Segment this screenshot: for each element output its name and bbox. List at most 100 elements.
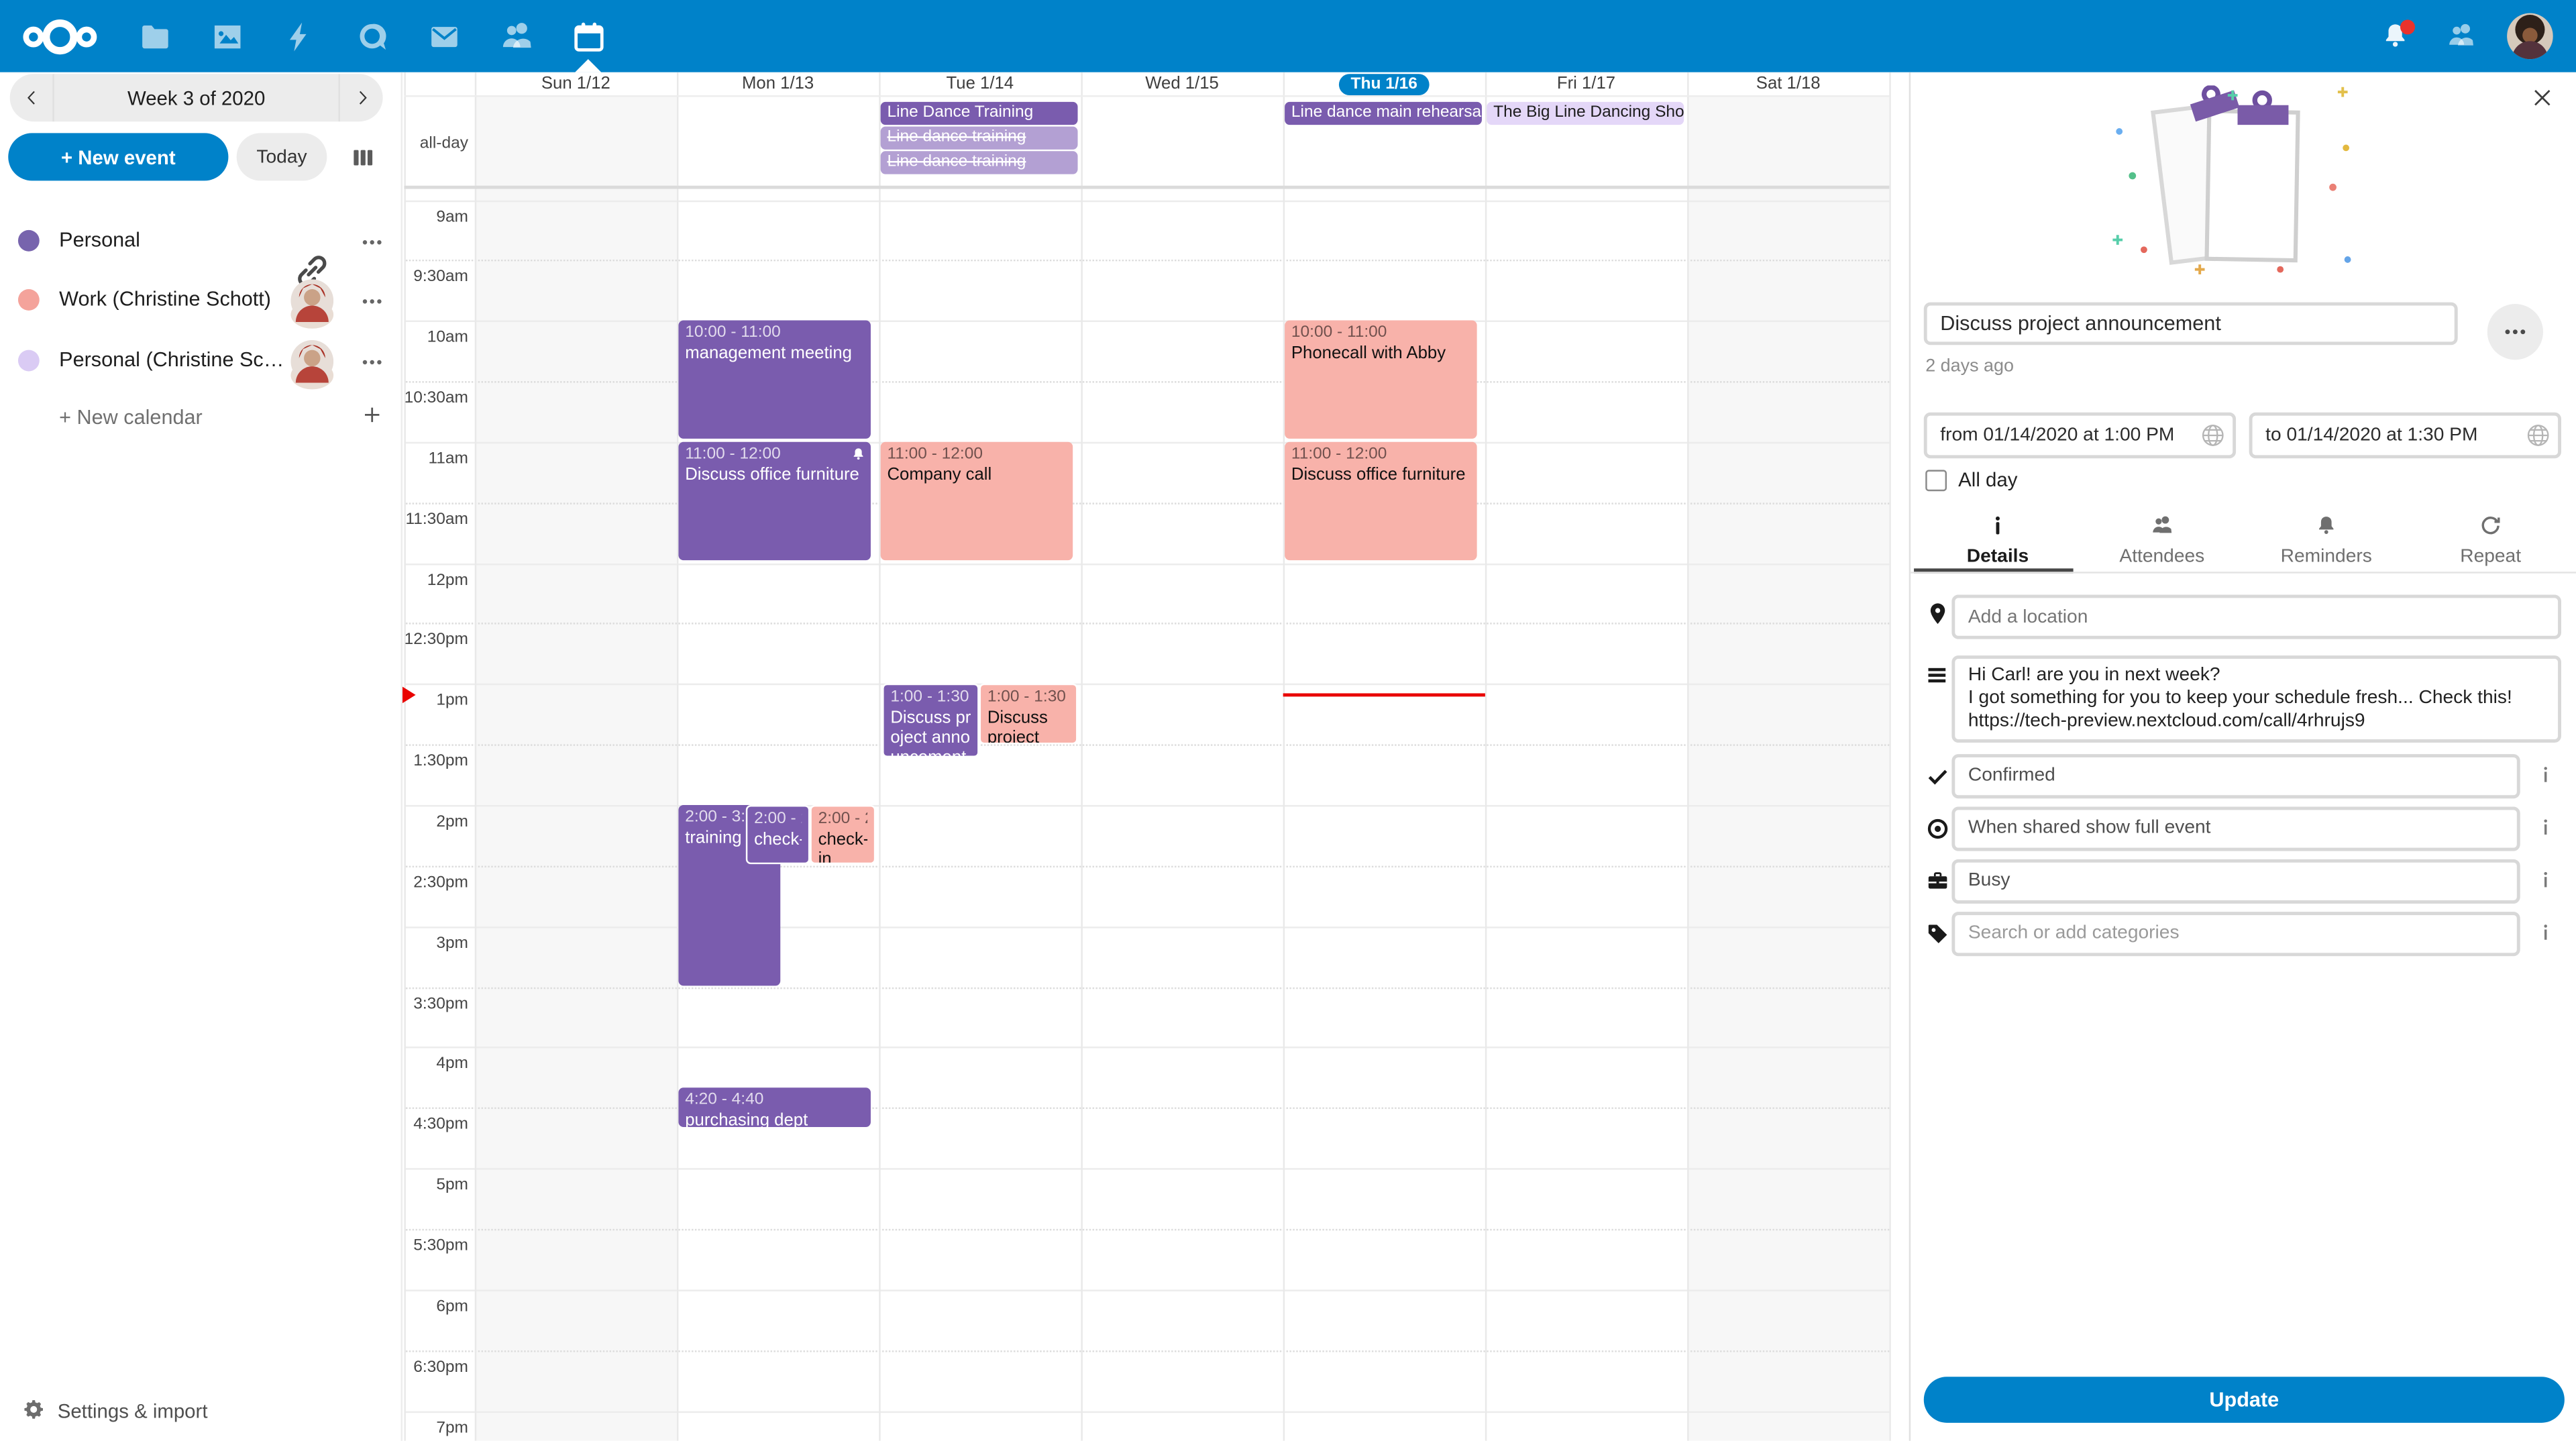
event-title-input[interactable] <box>1924 303 2458 345</box>
calendar-event[interactable]: 2:00 - 2:30check-in <box>746 805 810 864</box>
app-navigation <box>118 0 624 72</box>
topbar-actions <box>2363 0 2576 72</box>
day-header: Fri 1/17 <box>1485 72 1687 95</box>
event-actions-button[interactable] <box>2487 304 2543 360</box>
allday-event[interactable]: Line dance training <box>881 127 1078 149</box>
update-button[interactable]: Update <box>1924 1377 2565 1423</box>
next-week-button[interactable] <box>340 74 383 121</box>
settings-import-button[interactable]: Settings & import <box>0 1390 402 1433</box>
location-input[interactable] <box>1951 595 2561 639</box>
tab-repeat[interactable]: Repeat <box>2408 509 2573 572</box>
time-axis-label: 3pm <box>402 935 468 953</box>
contacts-menu-button[interactable] <box>2440 0 2483 72</box>
calendar-event[interactable]: 11:00 - 12:00Company call <box>881 442 1073 561</box>
app-contacts[interactable] <box>496 0 536 72</box>
time-axis-label: 11am <box>402 450 468 468</box>
day-header: Sun 1/12 <box>475 72 677 95</box>
tab-label: Details <box>1916 547 2080 567</box>
allday-axis-label: all-day <box>402 135 468 153</box>
all-day-checkbox[interactable] <box>1925 470 1947 491</box>
tab-label: Attendees <box>2080 547 2244 567</box>
calendar-more-button[interactable] <box>360 290 384 315</box>
detail-select[interactable]: Confirmed <box>1951 754 2520 798</box>
description-textarea[interactable]: Hi Carl! are you in next week? I got som… <box>1951 655 2561 743</box>
event-title: check-in <box>754 830 802 849</box>
allday-event[interactable]: Line dance training <box>881 151 1078 173</box>
allday-event[interactable]: Line dance main rehearsal <box>1285 102 1482 124</box>
info-icon[interactable] <box>2535 816 2557 838</box>
app-files[interactable] <box>135 0 174 72</box>
timezone-globe-icon[interactable] <box>2200 422 2226 448</box>
app-talk[interactable] <box>352 0 391 72</box>
calendar-name: Personal (Christine Schott) <box>59 348 289 370</box>
categories-input[interactable]: Search or add categories <box>1951 912 2520 956</box>
calendar-event[interactable]: 1:00 - 1:30Discuss project announcement <box>882 684 979 758</box>
close-icon[interactable] <box>2530 85 2555 110</box>
grid-line <box>404 987 1889 988</box>
app-photos[interactable] <box>207 0 247 72</box>
calendar-more-button[interactable] <box>360 230 384 255</box>
editor-tabs: DetailsAttendeesRemindersRepeat <box>1911 509 2576 575</box>
calendar-more-button[interactable] <box>360 349 384 374</box>
calendar-event[interactable]: 4:20 - 4:40purchasing dept <box>678 1087 871 1127</box>
grid-line <box>404 623 1889 625</box>
grid-line <box>404 502 1889 504</box>
event-time: 2:00 - 2:30 <box>754 810 802 829</box>
nextcloud-logo-icon[interactable] <box>0 0 118 72</box>
calendar-event[interactable]: 1:00 - 1:30Discuss project <box>979 684 1078 745</box>
week-label[interactable]: Week 3 of 2020 <box>52 74 340 121</box>
active-app-caret <box>575 59 601 72</box>
today-button[interactable]: Today <box>237 133 327 180</box>
start-datetime-input[interactable] <box>1924 413 2236 459</box>
calendar-item[interactable]: Personal <box>0 215 402 268</box>
app-calendar[interactable] <box>568 0 608 72</box>
day-header: Mon 1/13 <box>677 72 879 95</box>
calendar-event[interactable]: 11:00 - 12:00Discuss office furniture <box>1285 442 1477 561</box>
app-mail[interactable] <box>424 0 464 72</box>
shared-avatar[interactable] <box>290 339 333 382</box>
time-axis-label: 5pm <box>402 1177 468 1195</box>
share-link-button[interactable] <box>290 220 333 263</box>
tab-attendees[interactable]: Attendees <box>2080 509 2244 572</box>
detail-select[interactable]: Busy <box>1951 859 2520 904</box>
grid-line <box>404 1350 1889 1351</box>
notifications-button[interactable] <box>2374 0 2417 72</box>
calendar-event[interactable]: 2:00 - 2:30check-in <box>810 805 875 864</box>
tab-details[interactable]: Details <box>1916 509 2080 572</box>
user-avatar[interactable] <box>2507 13 2553 60</box>
calendar-name: Work (Christine Schott) <box>59 288 271 311</box>
info-icon[interactable] <box>2535 764 2557 786</box>
new-event-button[interactable]: + New event <box>8 133 228 180</box>
info-icon[interactable] <box>2535 869 2557 891</box>
event-time: 4:20 - 4:40 <box>685 1091 864 1110</box>
weekend-shading <box>1687 95 1889 1441</box>
app-activity[interactable] <box>279 0 319 72</box>
gear-icon <box>21 1398 46 1423</box>
calendar-event[interactable]: 10:00 - 11:00Phonecall with Abby <box>1285 321 1477 439</box>
allday-divider <box>404 186 1889 189</box>
timezone-globe-icon[interactable] <box>2525 422 2551 448</box>
time-axis-label: 9am <box>402 208 468 226</box>
tab-reminders[interactable]: Reminders <box>2244 509 2408 572</box>
column-border <box>1283 72 1285 1441</box>
detail-select[interactable]: When shared show full event <box>1951 806 2520 851</box>
info-icon[interactable] <box>2535 922 2557 943</box>
grid-line <box>404 381 1889 382</box>
end-datetime-input[interactable] <box>2249 413 2561 459</box>
shared-avatar[interactable] <box>290 280 333 323</box>
day-header: Tue 1/14 <box>879 72 1081 95</box>
contacts-icon <box>498 19 533 53</box>
calendar-event[interactable]: 10:00 - 11:00management meeting <box>678 321 871 439</box>
calendar-event[interactable]: 11:00 - 12:00Discuss office furniture <box>678 442 871 561</box>
calendar-item[interactable]: Personal (Christine Schott) <box>0 334 402 386</box>
allday-event[interactable]: The Big Line Dancing Show <box>1487 102 1684 124</box>
new-calendar-button[interactable]: + New calendar <box>0 398 402 442</box>
calendar-color-dot <box>18 230 40 252</box>
column-border <box>1485 72 1487 1441</box>
view-toggle-icon[interactable] <box>348 145 378 171</box>
previous-week-button[interactable] <box>10 74 53 121</box>
allday-event[interactable]: Line Dance Training <box>881 102 1078 124</box>
calendar-item[interactable]: Work (Christine Schott) <box>0 275 402 327</box>
detail-row: Confirmed <box>1911 754 2576 806</box>
event-time: 10:00 - 11:00 <box>685 324 864 343</box>
